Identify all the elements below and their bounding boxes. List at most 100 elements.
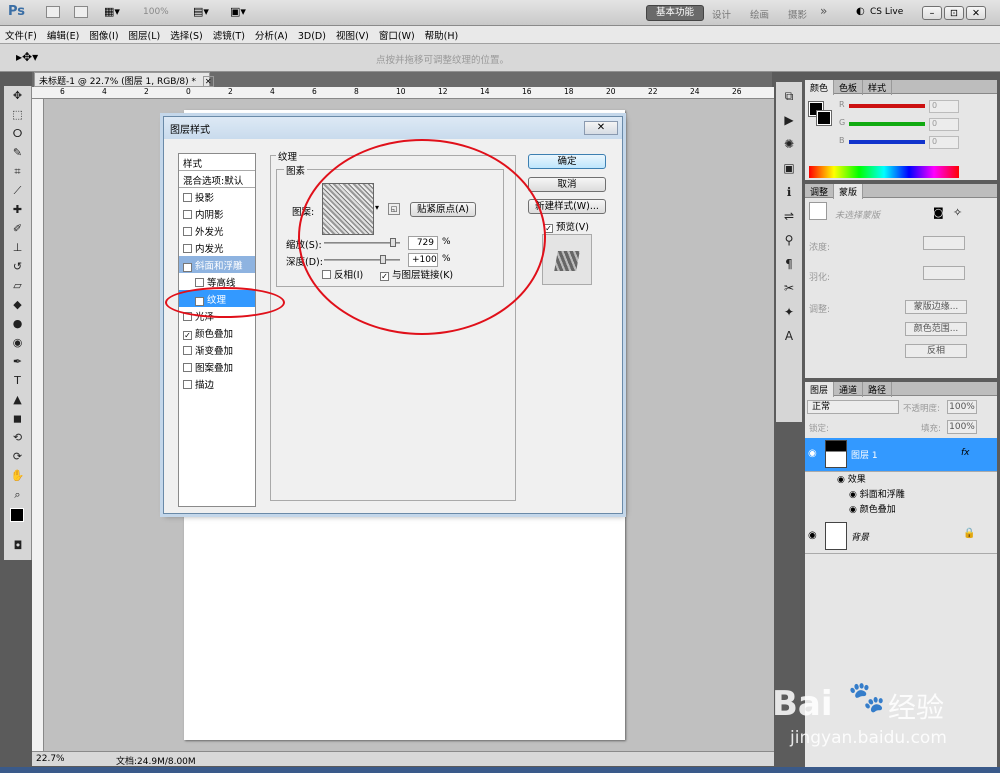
bridge-icon[interactable]: [46, 6, 60, 18]
quick-mask-icon[interactable]: ◘: [6, 537, 30, 555]
paint-bucket-tool-icon[interactable]: ◆: [6, 296, 30, 314]
blend-mode-select[interactable]: 正常: [807, 400, 899, 414]
tab-swatches[interactable]: 色板: [834, 80, 864, 95]
type-tool-icon[interactable]: T: [6, 372, 30, 390]
zoom-tool-icon[interactable]: ⌕: [6, 486, 30, 504]
opacity-input[interactable]: 100%: [947, 400, 977, 414]
foreground-color-swatch[interactable]: [10, 508, 24, 522]
lasso-tool-icon[interactable]: ⵔ: [6, 125, 30, 143]
tab-paths[interactable]: 路径: [863, 382, 893, 397]
navigator-panel-icon[interactable]: ▣: [778, 158, 800, 178]
layer-name[interactable]: 背景: [851, 530, 869, 543]
mask-invert-button[interactable]: 反相: [905, 344, 967, 358]
style-item[interactable]: 内阴影: [179, 205, 255, 222]
screen-mode-icon[interactable]: ▣▾: [230, 5, 246, 18]
visibility-eye-icon[interactable]: ◉: [808, 448, 817, 459]
style-checkbox[interactable]: [183, 244, 192, 253]
workspace-essentials[interactable]: 基本功能: [646, 5, 704, 21]
eyedropper-tool-icon[interactable]: ⟋: [6, 182, 30, 200]
workspace-painting[interactable]: 绘画: [750, 7, 769, 21]
effect-row-bevel[interactable]: ◉ 斜面和浮雕: [805, 487, 997, 502]
style-item[interactable]: 外发光: [179, 222, 255, 239]
menu-file[interactable]: 文件(F): [0, 26, 42, 42]
tab-styles[interactable]: 样式: [863, 80, 893, 95]
density-input[interactable]: [923, 236, 965, 250]
vector-mask-icon[interactable]: ✧: [953, 206, 962, 219]
style-checkbox[interactable]: ✓: [183, 263, 192, 272]
style-item[interactable]: 渐变叠加: [179, 341, 255, 358]
tab-layers[interactable]: 图层: [805, 382, 835, 397]
maximize-button[interactable]: ⊡: [944, 6, 964, 20]
dodge-tool-icon[interactable]: ◉: [6, 334, 30, 352]
3d-rotate-tool-icon[interactable]: ⟲: [6, 429, 30, 447]
style-item[interactable]: 内发光: [179, 239, 255, 256]
close-app-button[interactable]: ✕: [966, 6, 986, 20]
menu-view[interactable]: 视图(V): [331, 26, 374, 42]
effect-row-color-overlay[interactable]: ◉ 颜色叠加: [805, 502, 997, 517]
color-range-button[interactable]: 颜色范围...: [905, 322, 967, 336]
brush-tool-icon[interactable]: ✐: [6, 220, 30, 238]
clone-stamp-tool-icon[interactable]: ⊥: [6, 239, 30, 257]
hand-tool-icon[interactable]: ✋: [6, 467, 30, 485]
menu-help[interactable]: 帮助(H): [420, 26, 464, 42]
styles-header[interactable]: 样式: [179, 154, 255, 171]
status-zoom[interactable]: 22.7%: [36, 754, 65, 764]
tool-presets-icon[interactable]: ⇌: [778, 206, 800, 226]
effect-eye-icon[interactable]: ◉: [849, 490, 860, 500]
menu-layer[interactable]: 图层(L): [124, 26, 166, 42]
arrange-documents-icon[interactable]: ▤▾: [193, 5, 209, 18]
more-workspaces-icon[interactable]: »: [820, 4, 827, 18]
preview-checkbox[interactable]: ✓ 预览(V): [544, 219, 589, 233]
shape-tool-icon[interactable]: ◼: [6, 410, 30, 428]
marquee-tool-icon[interactable]: ⬚: [6, 106, 30, 124]
zoom-level[interactable]: 100%: [143, 7, 169, 17]
style-item[interactable]: ✓ 斜面和浮雕: [179, 256, 255, 273]
blending-options-item[interactable]: 混合选项:默认: [179, 171, 255, 188]
document-tab[interactable]: 未标题-1 @ 22.7% (图层 1, RGB/8) * ✕: [34, 72, 214, 87]
view-extras-icon[interactable]: ▦▾: [104, 5, 120, 18]
quick-select-tool-icon[interactable]: ✎: [6, 144, 30, 162]
effects-row[interactable]: ◉ 效果: [805, 472, 997, 487]
move-tool-preset-icon[interactable]: ▸✥▾: [16, 50, 38, 64]
3d-panel-icon[interactable]: ✂: [778, 278, 800, 298]
dialog-close-button[interactable]: ✕: [584, 121, 618, 135]
fx-icon[interactable]: fx: [961, 448, 970, 458]
layer-row-background[interactable]: ◉ 背景 🔒: [805, 520, 997, 554]
crop-tool-icon[interactable]: ⌗: [6, 163, 30, 181]
workspace-design[interactable]: 设计: [712, 7, 731, 21]
fill-input[interactable]: 100%: [947, 420, 977, 434]
pen-tool-icon[interactable]: ✒: [6, 353, 30, 371]
tab-color[interactable]: 颜色: [805, 80, 835, 95]
menu-edit[interactable]: 编辑(E): [42, 26, 84, 42]
menu-select[interactable]: 选择(S): [165, 26, 207, 42]
style-checkbox[interactable]: ✓: [183, 331, 192, 340]
healing-brush-tool-icon[interactable]: ✚: [6, 201, 30, 219]
character-panel-icon[interactable]: ¶: [778, 254, 800, 274]
menu-3d[interactable]: 3D(D): [293, 29, 331, 42]
notes-panel-icon[interactable]: ✦: [778, 302, 800, 322]
style-checkbox[interactable]: [183, 346, 192, 355]
ok-button[interactable]: 确定: [528, 154, 606, 169]
channel-value[interactable]: 0: [929, 118, 959, 131]
tab-masks[interactable]: 蒙版: [834, 184, 864, 199]
actions-panel-icon[interactable]: ▶: [778, 110, 800, 130]
channel-value[interactable]: 0: [929, 100, 959, 113]
brushes-panel-icon[interactable]: ✺: [778, 134, 800, 154]
color-spectrum-bar[interactable]: [809, 166, 959, 178]
menu-filter[interactable]: 滤镜(T): [208, 26, 250, 42]
style-item[interactable]: 描边: [179, 375, 255, 392]
channel-slider[interactable]: [849, 140, 925, 144]
effect-eye-icon[interactable]: ◉: [849, 505, 860, 515]
cslive-icon[interactable]: ◐: [856, 6, 865, 17]
layer-name[interactable]: 图层 1: [851, 448, 878, 461]
blur-tool-icon[interactable]: ●: [6, 315, 30, 333]
clone-source-icon[interactable]: ⚲: [778, 230, 800, 250]
move-tool-icon[interactable]: ✥: [6, 87, 30, 105]
paragraph-panel-icon[interactable]: A: [778, 326, 800, 346]
menu-analysis[interactable]: 分析(A): [250, 26, 293, 42]
history-panel-icon[interactable]: ⧉: [778, 86, 800, 106]
eraser-tool-icon[interactable]: ▱: [6, 277, 30, 295]
style-checkbox[interactable]: [183, 380, 192, 389]
mask-edge-button[interactable]: 蒙版边缘...: [905, 300, 967, 314]
3d-orbit-tool-icon[interactable]: ⟳: [6, 448, 30, 466]
